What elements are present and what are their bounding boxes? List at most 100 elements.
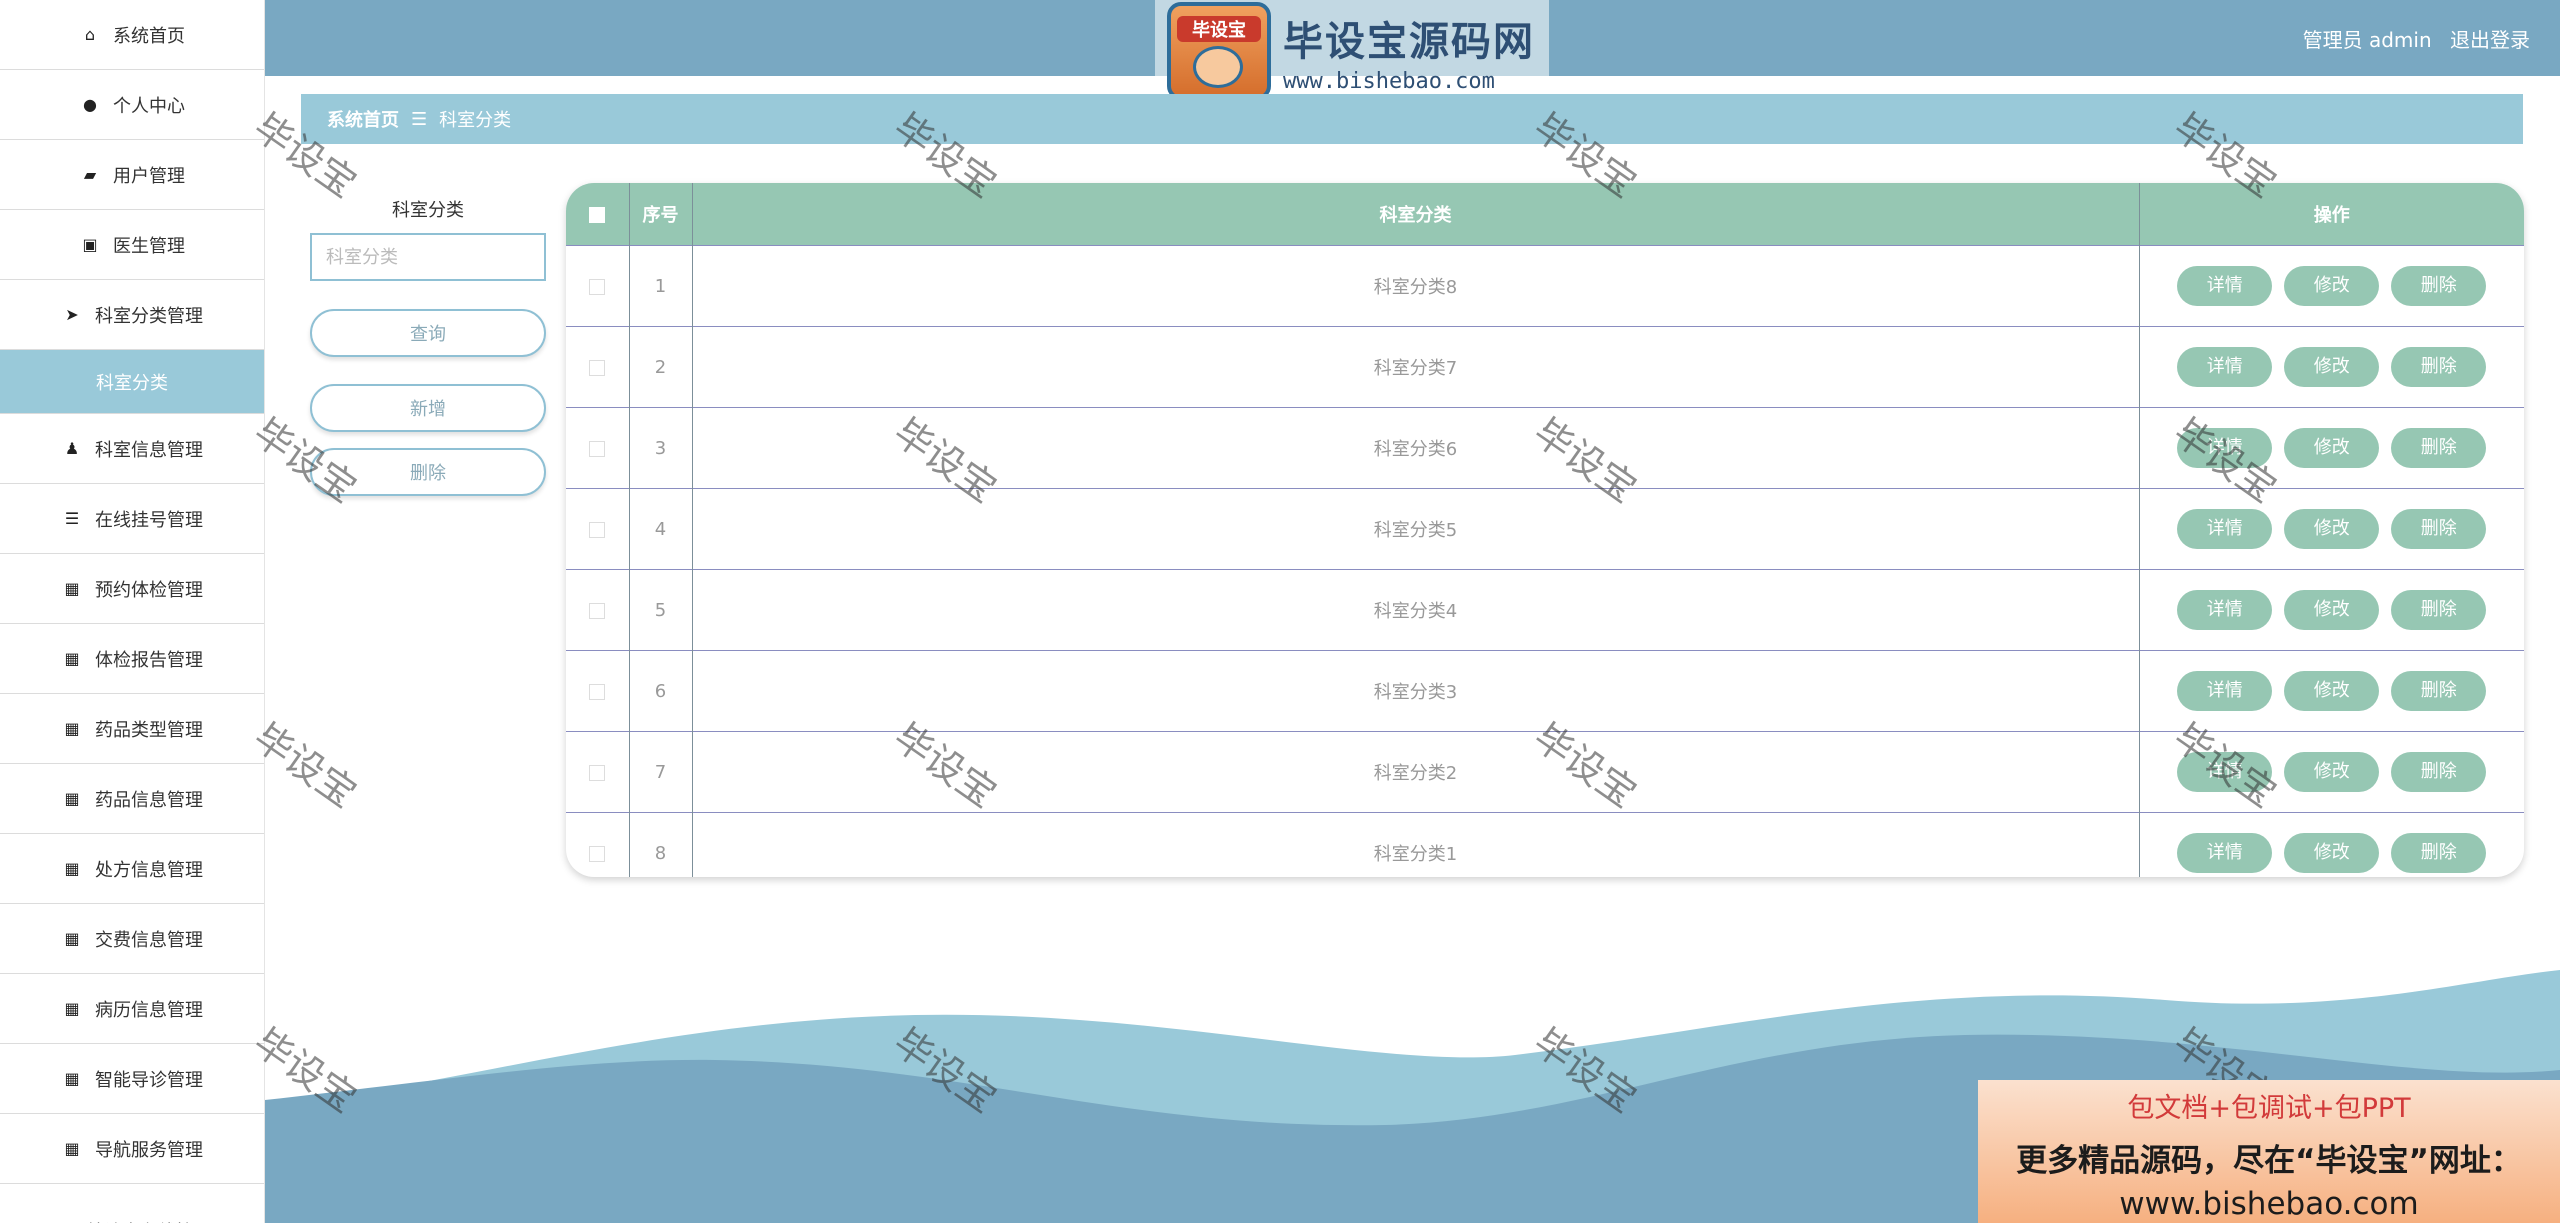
detail-button[interactable]: 详情: [2177, 590, 2273, 630]
promo-line-1: 包文档+包调试+包PPT: [2127, 1093, 2411, 1124]
detail-button[interactable]: 详情: [2177, 671, 2273, 711]
breadcrumb-current: 科室分类: [439, 110, 512, 131]
sidebar-item[interactable]: ● 个人中心: [0, 70, 264, 140]
select-all-checkbox[interactable]: [566, 183, 630, 246]
sidebar-item[interactable]: ◔就诊点在线管理: [0, 1184, 264, 1223]
delete-button[interactable]: 删除: [2391, 833, 2487, 873]
row-checkbox[interactable]: [566, 407, 630, 489]
row-index: 3: [629, 407, 693, 489]
row-checkbox[interactable]: [566, 812, 630, 877]
sidebar-subitem[interactable]: 科室分类: [0, 350, 264, 414]
sidebar-item-label: 科室分类: [96, 372, 168, 394]
edit-button[interactable]: 修改: [2284, 590, 2380, 630]
sidebar-item[interactable]: ➤ 科室分类管理: [0, 280, 264, 350]
delete-button[interactable]: 删除: [2391, 509, 2487, 549]
detail-button[interactable]: 详情: [2177, 509, 2273, 549]
logo-badge-text: 毕设宝: [1177, 16, 1261, 42]
apps-icon: ▦: [64, 789, 80, 808]
row-index: 2: [629, 326, 693, 408]
header-index: 序号: [629, 183, 693, 246]
row-category: 科室分类1: [692, 812, 2140, 877]
promo-line-3: www.bishebao.com: [2119, 1186, 2419, 1222]
apps-icon: ▦: [64, 999, 80, 1018]
apps-icon: ▦: [64, 859, 80, 878]
table-row: 4 科室分类5 详情 修改 删除: [566, 488, 2524, 570]
delete-button[interactable]: 删除: [2391, 347, 2487, 387]
delete-button[interactable]: 删除: [2391, 428, 2487, 468]
sidebar-item-label: 药品信息管理: [95, 789, 203, 811]
sidebar: ⌂ 系统首页 ● 个人中心 ▰ 用户管理 ▣ 医生管理 ➤ 科室分类管理科室分类 ♟ 科室信息管理 ☰ 在…: [0, 0, 265, 1223]
logout-link[interactable]: 退出登录: [2450, 28, 2530, 52]
detail-button[interactable]: 详情: [2177, 428, 2273, 468]
edit-button[interactable]: 修改: [2284, 428, 2380, 468]
table-row: 3 科室分类6 详情 修改 删除: [566, 407, 2524, 489]
sidebar-item[interactable]: ♟ 科室信息管理: [0, 414, 264, 484]
edit-button[interactable]: 修改: [2284, 266, 2380, 306]
row-checkbox[interactable]: [566, 326, 630, 408]
sidebar-item-label: 交费信息管理: [95, 929, 203, 951]
user-bar: 管理员 admin 退出登录: [2291, 24, 2530, 53]
row-checkbox[interactable]: [566, 569, 630, 651]
edit-button[interactable]: 修改: [2284, 833, 2380, 873]
row-category: 科室分类8: [692, 245, 2140, 327]
search-input[interactable]: [310, 233, 546, 281]
query-button[interactable]: 查询: [310, 309, 546, 357]
detail-button[interactable]: 详情: [2177, 347, 2273, 387]
row-checkbox[interactable]: [566, 245, 630, 327]
detail-button[interactable]: 详情: [2177, 833, 2273, 873]
row-checkbox[interactable]: [566, 731, 630, 813]
edit-button[interactable]: 修改: [2284, 752, 2380, 792]
row-checkbox[interactable]: [566, 650, 630, 732]
delete-button[interactable]: 删除: [2391, 671, 2487, 711]
detail-button[interactable]: 详情: [2177, 752, 2273, 792]
sidebar-item-label: 科室信息管理: [95, 439, 203, 461]
sidebar-item[interactable]: ▦ 智能导诊管理: [0, 1044, 264, 1114]
sidebar-item[interactable]: ▦ 处方信息管理: [0, 834, 264, 904]
breadcrumb-home-link[interactable]: 系统首页: [327, 106, 399, 132]
sidebar-item[interactable]: ▦ 预约体检管理: [0, 554, 264, 624]
add-button[interactable]: 新增: [310, 384, 546, 432]
edit-button[interactable]: 修改: [2284, 509, 2380, 549]
breadcrumb: 系统首页 ☰ 科室分类: [301, 94, 2523, 144]
row-actions: 详情 修改 删除: [2139, 488, 2524, 570]
sidebar-item[interactable]: ▦ 药品信息管理: [0, 764, 264, 834]
delete-button[interactable]: 删除: [2391, 752, 2487, 792]
home-icon: ⌂: [84, 25, 96, 44]
promo-line-2: 更多精品源码，尽在“毕设宝”网址：: [2016, 1143, 2522, 1179]
sidebar-item[interactable]: ▦ 导航服务管理: [0, 1114, 264, 1184]
sidebar-item[interactable]: ▦ 体检报告管理: [0, 624, 264, 694]
sidebar-item-label: 药品类型管理: [95, 719, 203, 741]
brand-logo: 毕设宝 毕设宝源码网 www.bishebao.com: [1155, 0, 1549, 102]
table-header-row: 序号 科室分类 操作: [566, 183, 2524, 246]
table-row: 7 科室分类2 详情 修改 删除: [566, 731, 2524, 813]
sidebar-item[interactable]: ▦ 药品类型管理: [0, 694, 264, 764]
sidebar-item[interactable]: ▦ 交费信息管理: [0, 904, 264, 974]
table-row: 2 科室分类7 详情 修改 删除: [566, 326, 2524, 408]
row-actions: 详情 修改 删除: [2139, 812, 2524, 877]
row-category: 科室分类2: [692, 731, 2140, 813]
sidebar-item-label: 在线挂号管理: [95, 509, 203, 531]
delete-button[interactable]: 删除: [2391, 266, 2487, 306]
batch-delete-button[interactable]: 删除: [310, 448, 546, 496]
sidebar-item[interactable]: ⌂ 系统首页: [0, 0, 264, 70]
logo-badge-icon: 毕设宝: [1167, 2, 1271, 100]
edit-button[interactable]: 修改: [2284, 671, 2380, 711]
sidebar-item-label: 预约体检管理: [95, 579, 203, 601]
header-category: 科室分类: [692, 183, 2140, 246]
row-actions: 详情 修改 删除: [2139, 731, 2524, 813]
row-checkbox[interactable]: [566, 488, 630, 570]
row-actions: 详情 修改 删除: [2139, 650, 2524, 732]
sidebar-item-label: 导航服务管理: [95, 1139, 203, 1161]
sidebar-item[interactable]: ☰ 在线挂号管理: [0, 484, 264, 554]
detail-button[interactable]: 详情: [2177, 266, 2273, 306]
sidebar-item[interactable]: ▦ 病历信息管理: [0, 974, 264, 1044]
edit-button[interactable]: 修改: [2284, 347, 2380, 387]
send-icon: ➤: [65, 305, 79, 324]
promo-banner: 包文档+包调试+包PPT 更多精品源码，尽在“毕设宝”网址： www.bishe…: [1978, 1080, 2560, 1223]
table-row: 5 科室分类4 详情 修改 删除: [566, 569, 2524, 651]
row-index: 5: [629, 569, 693, 651]
sidebar-item[interactable]: ▰ 用户管理: [0, 140, 264, 210]
sidebar-item[interactable]: ▣ 医生管理: [0, 210, 264, 280]
delete-button[interactable]: 删除: [2391, 590, 2487, 630]
search-field-label: 科室分类: [392, 200, 464, 221]
